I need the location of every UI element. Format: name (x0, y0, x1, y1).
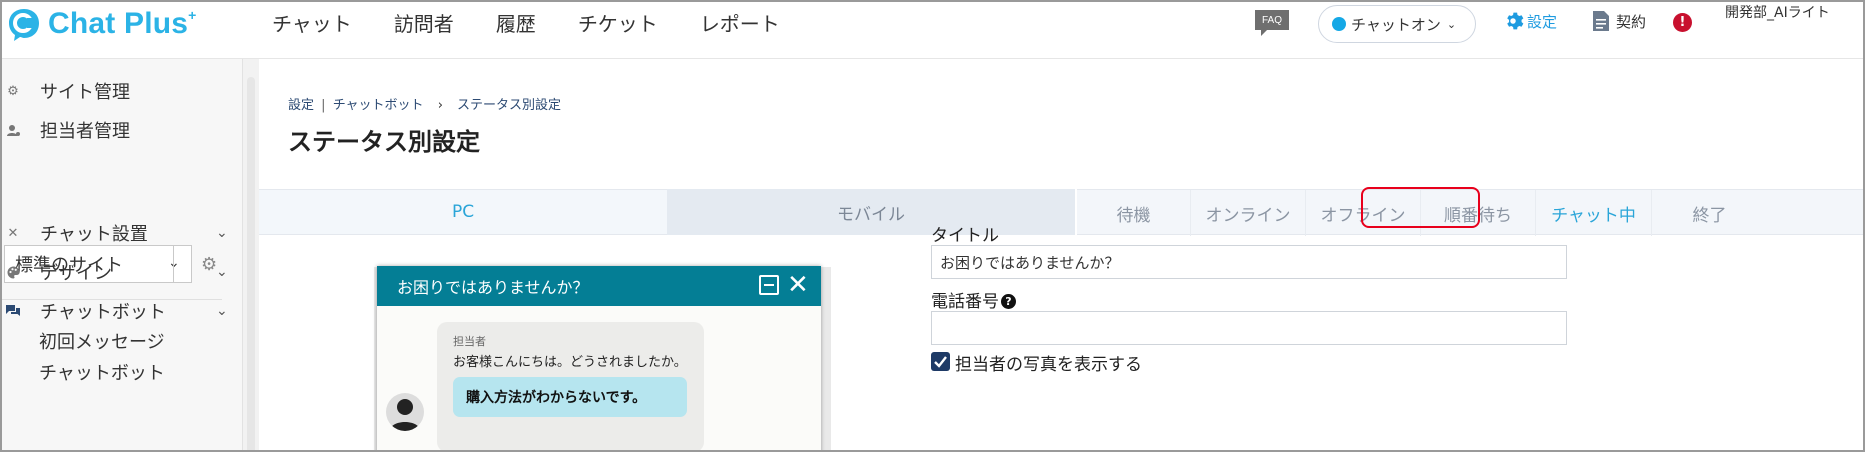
palette-icon (6, 265, 20, 279)
top-bar: Chat Plus+ チャット 訪問者 履歴 チケット レポート FAQ チャッ… (2, 2, 1863, 59)
breadcrumb-settings[interactable]: 設定 (288, 98, 314, 113)
sidebar-item-design[interactable]: デザイン ⌄ (2, 259, 228, 285)
contract-label: 契約 (1616, 12, 1647, 31)
agent-label: 担当者 (453, 335, 486, 348)
chevron-down-icon: ⌄ (1446, 17, 1457, 31)
checkmark-icon (934, 356, 947, 368)
settings-link[interactable]: 設定 (1502, 10, 1557, 32)
nav-chat[interactable]: チャット (272, 8, 352, 37)
gear-icon: ⚙ (7, 83, 19, 99)
nav-history[interactable]: 履歴 (496, 8, 536, 37)
agent-message-bubble: 担当者 お客様こんにちは。どうされましたか。 購入方法がわからないです。 (437, 322, 704, 450)
agent-message: お客様こんにちは。どうされましたか。 (453, 355, 687, 370)
sidebar-subitem-chatbot[interactable]: チャットボット (39, 359, 165, 385)
alert-icon[interactable]: ! (1673, 13, 1692, 32)
chat-status-dropdown[interactable]: チャットオン ⌄ (1318, 5, 1476, 43)
gear-icon (1507, 12, 1524, 30)
logo-text: Chat Plus+ (48, 7, 197, 40)
site-settings-gear-icon[interactable]: ⚙ (201, 254, 217, 275)
chat-bubbles-icon (6, 304, 20, 318)
title-label: タイトル (931, 226, 999, 246)
help-icon[interactable]: ? (1001, 294, 1016, 309)
show-photo-label: 担当者の写真を表示する (955, 355, 1142, 375)
sidebar-item-chat-install[interactable]: ✕ チャット設置 ⌄ (2, 220, 228, 246)
scrollbar-thumb[interactable] (247, 77, 255, 450)
phone-input[interactable] (931, 311, 1567, 345)
chatplus-logo-icon (6, 6, 42, 42)
sidebar-subitem-first-message[interactable]: 初回メッセージ (39, 328, 165, 354)
sidebar-item-site-admin[interactable]: ⚙ サイト管理 (2, 78, 130, 104)
sidebar-item-chatbot[interactable]: チャットボット ⌄ (2, 298, 228, 324)
document-icon (1593, 11, 1609, 31)
breadcrumb-separator: › (437, 98, 443, 113)
show-photo-checkbox[interactable] (931, 352, 950, 371)
sidebar-scrollbar[interactable] (243, 59, 259, 450)
divider (173, 245, 174, 283)
title-input[interactable]: お困りではありませんか？ (931, 245, 1567, 279)
breadcrumb-chatbot[interactable]: チャットボット (333, 98, 424, 113)
avatar (386, 393, 424, 431)
app-window: Chat Plus+ チャット 訪問者 履歴 チケット レポート FAQ チャッ… (0, 0, 1865, 452)
tab-mobile[interactable]: モバイル (667, 189, 1075, 235)
tab-ended[interactable]: 終了 (1652, 190, 1767, 236)
breadcrumb-current: ステータス別設定 (457, 98, 562, 113)
chat-widget-preview: お困りではありませんか？ ✕ 担当者 お客様こんにちは。どうされましたか。 購入… (377, 266, 821, 450)
main-content: 設定 | チャットボット › ステータス別設定 ステータス別設定 PC モバイル… (259, 59, 1863, 450)
chevron-down-icon: ⌄ (216, 264, 228, 280)
nav-visitors[interactable]: 訪問者 (394, 8, 454, 37)
tab-chatting[interactable]: チャット中 (1536, 190, 1652, 236)
chevron-down-icon: ⌄ (216, 225, 228, 241)
person-icon (390, 399, 420, 431)
active-tab-highlight (1361, 187, 1480, 228)
close-icon[interactable]: ✕ (787, 270, 809, 300)
nav-tickets[interactable]: チケット (578, 8, 658, 37)
tab-standby[interactable]: 待機 (1077, 190, 1191, 236)
user-menu[interactable]: 開発部_AIライト (1725, 3, 1845, 23)
tools-icon: ✕ (7, 225, 19, 241)
logo[interactable]: Chat Plus+ (6, 4, 197, 44)
settings-label: 設定 (1527, 12, 1558, 31)
sidebar: ⚙ サイト管理 担当者管理 標準のサイト ⌄ ⚙ ✕ チャット設置 ⌄ デザイン… (2, 59, 243, 450)
chat-status-label: チャットオン (1351, 15, 1441, 34)
choice-button[interactable]: 購入方法がわからないです。 (453, 377, 687, 417)
breadcrumb: 設定 | チャットボット › ステータス別設定 (288, 94, 561, 113)
widget-header: お困りではありませんか？ ✕ (377, 266, 821, 306)
widget-title: お困りではありませんか？ (397, 278, 589, 297)
page-title: ステータス別設定 (288, 128, 480, 156)
status-dot-icon (1332, 17, 1346, 31)
sidebar-item-staff-admin[interactable]: 担当者管理 (2, 117, 130, 143)
main-nav: チャット 訪問者 履歴 チケット レポート (272, 2, 822, 42)
phone-label: 電話番号? (931, 287, 1016, 312)
nav-reports[interactable]: レポート (700, 8, 780, 37)
faq-icon[interactable]: FAQ (1253, 8, 1291, 38)
svg-text:FAQ: FAQ (1262, 15, 1282, 26)
tab-online[interactable]: オンライン (1191, 190, 1306, 236)
minimize-icon[interactable] (759, 275, 779, 295)
user-gear-icon (6, 123, 20, 137)
contract-link[interactable]: 契約 (1592, 10, 1646, 32)
breadcrumb-separator: | (321, 98, 326, 113)
chevron-down-icon: ⌄ (216, 303, 228, 319)
tab-pc[interactable]: PC (259, 189, 667, 235)
